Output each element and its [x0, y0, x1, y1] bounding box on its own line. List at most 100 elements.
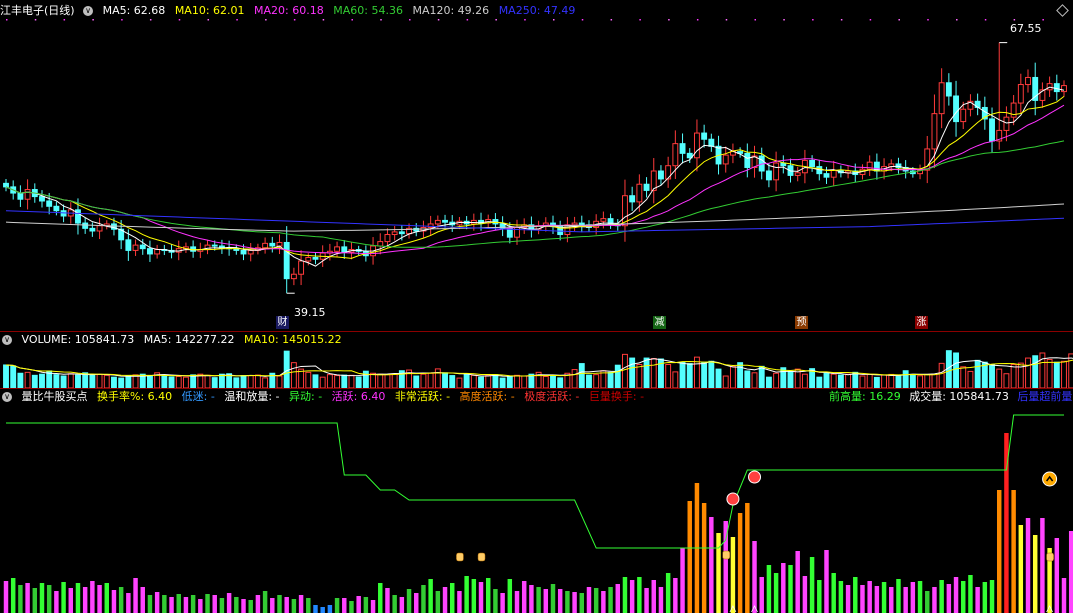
event-marker-zhang[interactable]: 涨 — [915, 316, 928, 329]
candle-body — [312, 256, 319, 260]
candle-body — [46, 200, 53, 207]
ma250-label: MA250: 47.49 — [498, 4, 576, 17]
volume-bar — [593, 374, 600, 388]
event-dot — [149, 19, 152, 21]
indicator-bar — [824, 550, 829, 613]
ma10-label: MA10: 62.01 — [174, 4, 245, 17]
indicator-bar — [248, 600, 253, 613]
volume-bar — [175, 375, 182, 388]
indicator-bar — [968, 575, 973, 613]
indicator-bar — [536, 587, 541, 613]
candle-body — [823, 173, 830, 178]
event-dot — [956, 19, 958, 21]
indicator-bar — [953, 577, 959, 613]
high-price-label: 67.55 — [1010, 22, 1042, 35]
candle-body — [1053, 83, 1060, 93]
volume-bar — [909, 373, 916, 388]
candle-body — [830, 169, 837, 178]
candle-body — [96, 225, 103, 232]
volume-bar — [758, 365, 765, 388]
volume-bar — [89, 374, 96, 388]
indicator-bar — [342, 598, 347, 613]
volume-bar — [3, 364, 9, 388]
indicator-bar — [428, 579, 433, 613]
volume-bar — [319, 376, 326, 388]
ma5-label: MA5: 62.68 — [102, 4, 166, 17]
indicator-bar — [313, 605, 318, 613]
event-marker-yu[interactable]: 预 — [795, 316, 808, 329]
event-dot — [552, 19, 555, 21]
volume-bar — [542, 375, 549, 388]
volume-bar — [953, 352, 959, 388]
volume-bar — [557, 377, 564, 388]
prev-high-volume-line — [6, 414, 1064, 549]
indicator-bar — [306, 598, 311, 613]
candle-body — [283, 241, 290, 280]
candle-body — [211, 244, 218, 247]
indicator-bar — [320, 607, 325, 613]
indicator-bar — [493, 589, 498, 613]
candle-body — [773, 162, 780, 181]
ind-volume-exceeds: 后量超前量 — [1017, 390, 1073, 403]
indicator-bar — [212, 595, 217, 613]
indicator-bar — [975, 587, 980, 613]
event-dot — [380, 19, 382, 21]
volume-bar — [434, 368, 441, 388]
indicator-bar — [219, 598, 225, 613]
event-marker-cai[interactable]: 财 — [276, 316, 289, 329]
candle-body — [672, 143, 679, 167]
volume-bar — [470, 374, 477, 388]
indicator-bar — [658, 587, 664, 613]
indicator-bar — [716, 533, 721, 613]
indicator-bar — [881, 582, 887, 613]
indicator-bar — [730, 537, 736, 613]
indicator-bar — [766, 565, 772, 613]
candle-body — [334, 246, 341, 252]
event-dot — [668, 19, 670, 21]
indicator-bar — [75, 583, 81, 613]
indicator-bar — [903, 587, 908, 613]
circle-toggle-icon[interactable]: ∨ — [2, 391, 12, 402]
volume-bar — [103, 374, 110, 388]
candle-body — [305, 256, 312, 262]
event-dot — [1042, 19, 1044, 21]
volume-bar — [837, 374, 844, 388]
indicator-bar — [529, 585, 534, 613]
candle-body — [17, 192, 24, 200]
volume-bar — [881, 374, 888, 388]
candle-body — [247, 249, 254, 255]
circle-toggle-icon[interactable]: ∨ — [83, 5, 94, 16]
volume-bar — [463, 373, 470, 388]
volume-bar — [636, 364, 643, 388]
indicator-bar — [298, 595, 304, 613]
volume-bar — [82, 372, 89, 388]
event-marker-jian[interactable]: 减 — [653, 316, 666, 329]
indicator-bar — [205, 594, 210, 613]
volume-bar — [931, 373, 938, 388]
indicator-bar — [262, 591, 268, 613]
indicator-bar — [521, 581, 527, 613]
candle-body — [765, 170, 772, 181]
event-dot — [236, 19, 238, 21]
volume-bar — [276, 375, 283, 388]
candle-body — [132, 244, 139, 251]
ma120-label: MA120: 49.26 — [412, 4, 490, 17]
event-dot — [696, 19, 699, 21]
indicator-bar — [579, 593, 585, 613]
volume-bar — [686, 363, 693, 388]
indicator-bar — [198, 599, 203, 613]
hand-pointer-icon — [1046, 552, 1054, 562]
candle-body — [89, 227, 96, 232]
indicator-bar — [759, 577, 764, 613]
diamond-icon[interactable] — [1056, 4, 1069, 17]
stock-title: 江丰电子(日线) — [0, 4, 75, 17]
candle-body — [154, 249, 161, 255]
event-dot — [984, 19, 987, 21]
volume-bar — [1046, 358, 1053, 388]
volume-bar — [492, 374, 499, 388]
circle-toggle-icon[interactable]: ∨ — [2, 334, 12, 345]
volume-bar — [917, 375, 924, 388]
volume-bar — [17, 372, 24, 388]
volume-bar — [830, 373, 837, 388]
event-dot — [207, 19, 210, 21]
